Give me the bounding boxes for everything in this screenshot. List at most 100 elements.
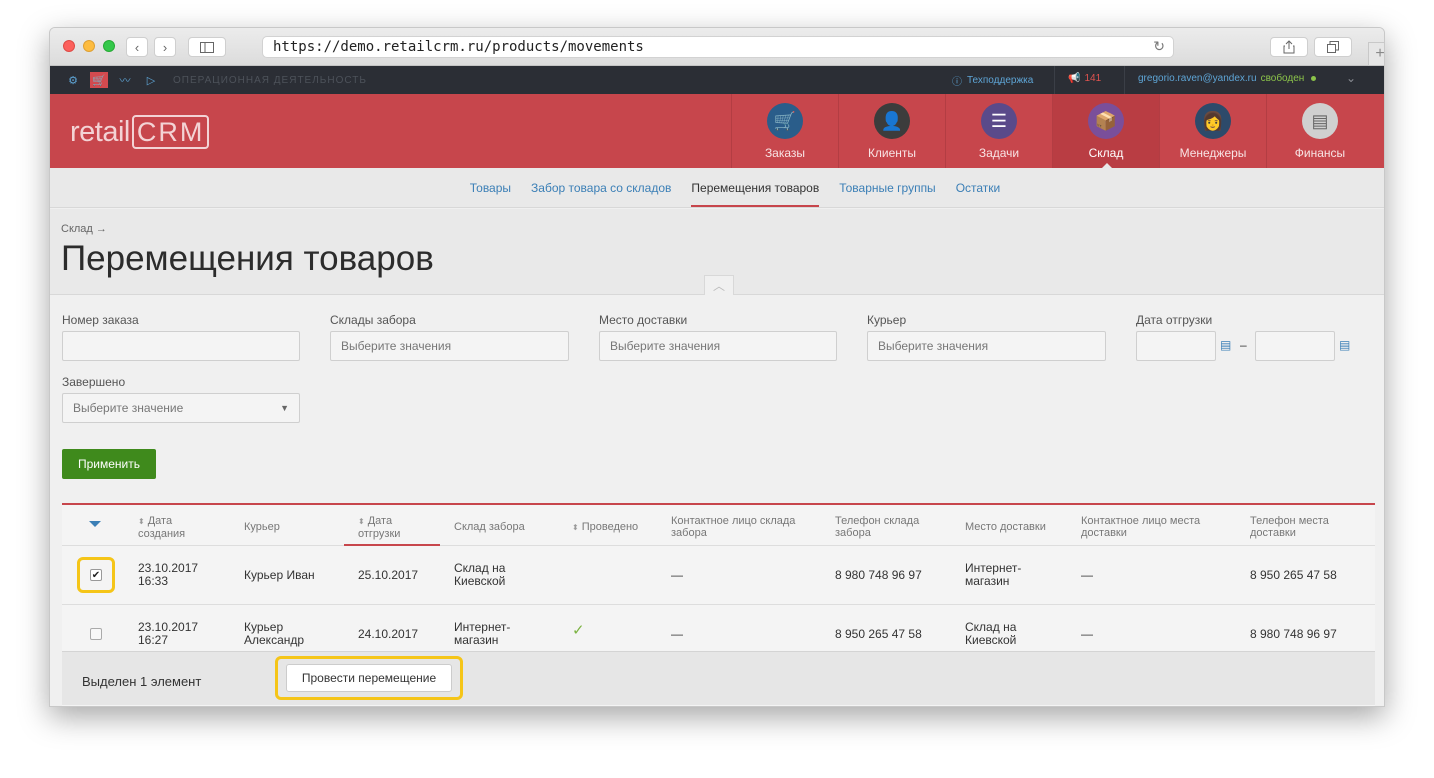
delivery-contact-cell: — — [1081, 568, 1093, 582]
zoom-window-button[interactable] — [103, 40, 115, 52]
completed-label: Завершено — [62, 375, 126, 389]
user-status: свободен — [1260, 73, 1305, 84]
browser-window: ‹ › https://demo.retailcrm.ru/products/m… — [49, 27, 1385, 707]
nav-managers[interactable]: 👩 Менеджеры — [1159, 94, 1266, 168]
subnav-stock[interactable]: Остатки — [956, 168, 1001, 207]
url-text: https://demo.retailcrm.ru/products/movem… — [273, 39, 644, 55]
pickup-warehouse-cell: Интернет-магазин — [454, 620, 511, 647]
calendar-icon[interactable]: ▤ — [1220, 338, 1231, 352]
tabs-icon — [1327, 41, 1339, 53]
col-delivery-phone: Телефон места доставки — [1250, 515, 1329, 539]
delivery-place-select[interactable]: Выберите значения — [599, 331, 837, 361]
pickup-phone-cell: 8 980 748 96 97 — [835, 568, 922, 582]
col-done[interactable]: ⬍ Проведено — [572, 521, 638, 534]
finance-icon: ▤ — [1302, 103, 1338, 139]
row-checkbox[interactable]: ✔ — [90, 569, 102, 581]
minimize-window-button[interactable] — [83, 40, 95, 52]
shop-cart-icon[interactable]: 🛒 — [90, 72, 108, 88]
select-all-dropdown-icon[interactable] — [89, 521, 101, 527]
subnav-products[interactable]: Товары — [470, 168, 511, 207]
delivery-place-cell: Интернет-магазин — [965, 561, 1022, 588]
delivery-place-label: Место доставки — [599, 313, 688, 327]
col-ship-date[interactable]: ⬍ Дата отгрузки — [358, 515, 428, 540]
nav-finance[interactable]: ▤ Финансы — [1266, 94, 1373, 168]
breadcrumb[interactable]: Склад → — [61, 223, 107, 235]
address-bar[interactable]: https://demo.retailcrm.ru/products/movem… — [262, 36, 1174, 58]
forward-button[interactable]: › — [154, 37, 176, 57]
help-circle-icon: ⓘ — [952, 77, 962, 88]
filters-panel: Номер заказа Склады забора Выберите знач… — [50, 296, 1384, 506]
courier-label: Курьер — [867, 313, 907, 327]
back-button[interactable]: ‹ — [126, 37, 148, 57]
col-courier: Курьер — [244, 521, 280, 533]
settings-gear-icon[interactable]: ⚙ — [64, 72, 82, 88]
sort-icon: ⬍ — [358, 517, 365, 526]
pickup-contact-cell: — — [671, 568, 683, 582]
done-check-icon: ✓ — [572, 622, 585, 639]
apply-button[interactable]: Применить — [62, 449, 156, 479]
ship-date-from-input[interactable] — [1136, 331, 1216, 361]
delivery-place-cell: Склад на Киевской — [965, 620, 1017, 647]
system-top-bar: ⚙ 🛒 〰 ▷ ОПЕРАЦИОННАЯ ДЕЯТЕЛЬНОСТЬ ⓘ Техп… — [50, 66, 1384, 94]
plus-icon: + — [1375, 45, 1385, 62]
sort-icon: ⬍ — [138, 517, 145, 526]
manager-icon: 👩 — [1195, 103, 1231, 139]
collapse-filters-button[interactable]: ︿ — [704, 275, 734, 295]
cart-icon: 🛒 — [767, 103, 803, 139]
nav-warehouse[interactable]: 📦 Склад — [1052, 94, 1159, 169]
ship-date-label: Дата отгрузки — [1136, 313, 1213, 327]
section-title: ОПЕРАЦИОННАЯ ДЕЯТЕЛЬНОСТЬ — [173, 75, 367, 86]
order-number-input[interactable] — [62, 331, 300, 361]
page-header: Склад → Перемещения товаров ︿ — [50, 209, 1384, 295]
subnav-product-groups[interactable]: Товарные группы — [839, 168, 935, 207]
pickup-phone-cell: 8 950 265 47 58 — [835, 627, 922, 641]
tabs-overview-button[interactable] — [1314, 37, 1352, 57]
reload-icon[interactable]: ↻ — [1153, 39, 1165, 55]
selected-count-text: Выделен 1 элемент — [82, 674, 202, 689]
warehouse-icon: 📦 — [1088, 103, 1124, 139]
user-menu[interactable]: gregorio.raven@yandex.ru свободен — [1138, 73, 1317, 84]
col-pickup-contact: Контактное лицо склада забора — [671, 515, 796, 539]
table-row[interactable]: ✔ 23.10.2017 16:33 Курьер Иван 25.10.2017… — [62, 546, 1375, 605]
calendar-icon[interactable]: ▤ — [1339, 338, 1350, 352]
perform-movement-button[interactable]: Провести перемещение — [286, 664, 452, 692]
delivery-phone-cell: 8 980 748 96 97 — [1250, 627, 1337, 641]
client-icon: 👤 — [874, 103, 910, 139]
courier-cell: Курьер Александр — [244, 620, 305, 647]
bulk-action-bar: Выделен 1 элемент Провести перемещение — [62, 651, 1375, 705]
close-window-button[interactable] — [63, 40, 75, 52]
nav-clients[interactable]: 👤 Клиенты — [838, 94, 945, 168]
ship-date-cell: 25.10.2017 — [358, 568, 419, 582]
status-dot-icon — [1311, 76, 1317, 81]
nav-tasks[interactable]: ☰ Задачи — [945, 94, 1052, 168]
courier-select[interactable]: Выберите значения — [867, 331, 1106, 361]
col-delivery-place: Место доставки — [965, 521, 1046, 533]
row-checkbox[interactable] — [90, 628, 102, 640]
subnav-pickup[interactable]: Забор товара со складов — [531, 168, 671, 207]
retailcrm-logo[interactable]: retail CRM — [70, 115, 210, 149]
marketing-icon[interactable]: ▷ — [142, 72, 160, 88]
warehouse-subnav: Товары Забор товара со складов Перемещен… — [50, 168, 1384, 208]
col-pickup-phone: Телефон склада забора — [835, 515, 920, 539]
nav-orders[interactable]: 🛒 Заказы — [731, 94, 838, 168]
table-header: ⬍ Дата создания Курьер ⬍ Дата отгрузки Скл… — [62, 505, 1375, 546]
chevron-down-icon[interactable]: ⌄ — [1346, 71, 1356, 85]
browser-toolbar: ‹ › https://demo.retailcrm.ru/products/m… — [50, 28, 1385, 66]
col-created[interactable]: ⬍ Дата создания — [138, 515, 208, 540]
ship-date-to-input[interactable] — [1255, 331, 1335, 361]
new-tab-button[interactable]: + — [1368, 42, 1385, 66]
notifications-button[interactable]: 📢 141 — [1068, 73, 1101, 84]
share-button[interactable] — [1270, 37, 1308, 57]
dropdown-caret-icon: ▼ — [280, 403, 289, 413]
pickup-warehouses-select[interactable]: Выберите значения — [330, 331, 569, 361]
sidebar-toggle-button[interactable] — [188, 37, 226, 57]
completed-select[interactable]: Выберите значение ▼ — [62, 393, 300, 423]
main-nav: 🛒 Заказы 👤 Клиенты ☰ Задачи 📦 Склад 👩 Ме… — [731, 94, 1373, 169]
analytics-icon[interactable]: 〰 — [116, 72, 134, 88]
delivery-contact-cell: — — [1081, 627, 1093, 641]
page-title: Перемещения товаров — [61, 239, 434, 278]
support-link[interactable]: ⓘ Техподдержка — [952, 73, 1033, 88]
subnav-movements[interactable]: Перемещения товаров — [691, 168, 819, 207]
sidebar-icon — [200, 41, 214, 53]
order-number-label: Номер заказа — [62, 313, 139, 327]
